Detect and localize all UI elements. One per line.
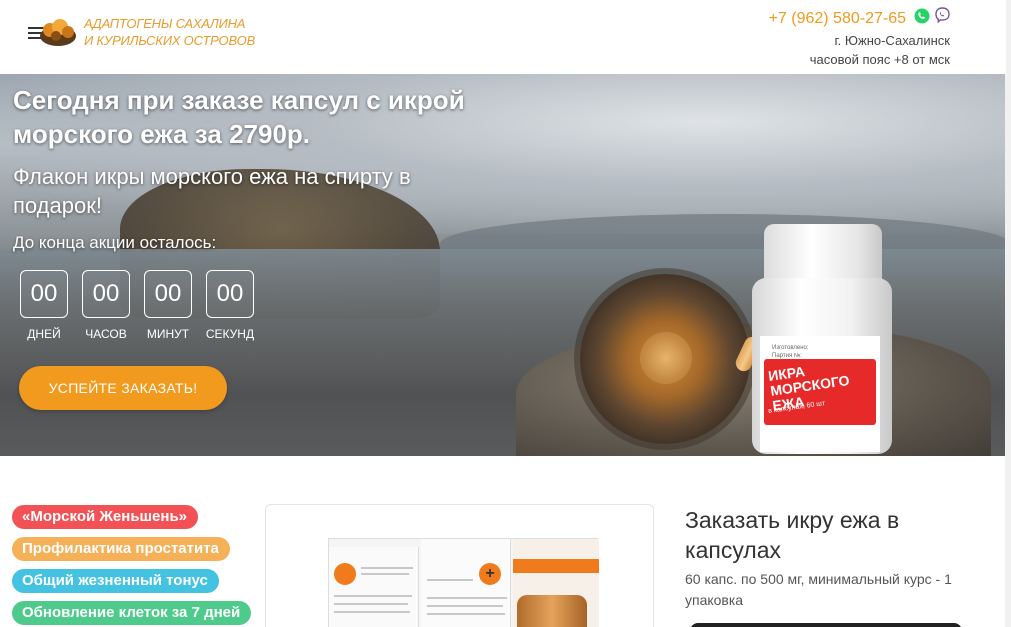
- brochure-text-line: [427, 597, 507, 599]
- timer-minutes-label: МИНУТ: [146, 327, 190, 341]
- timer-seconds-value: 00: [206, 270, 254, 318]
- jar-top-text: Изготовлено: Партия №:: [772, 344, 809, 360]
- timezone-text: часовой пояс +8 от мск: [809, 52, 950, 67]
- benefit-tag: «Морской Женьшень»: [12, 505, 199, 529]
- brochure-text-line: [361, 567, 413, 569]
- order-now-button[interactable]: УСПЕЙТЕ ЗАКАЗАТЬ!: [19, 366, 227, 410]
- jar-top-line: Изготовлено:: [772, 345, 809, 351]
- benefit-tag: Профилактика простатита: [12, 537, 230, 561]
- order-description: 60 капс. по 500 мг, минимальный курс - 1…: [685, 571, 952, 608]
- brochure-text-line: [427, 605, 503, 607]
- timer-hours-label: ЧАСОВ: [85, 327, 127, 341]
- timer-days-value: 00: [20, 270, 68, 318]
- brochure-jar: [517, 595, 587, 627]
- page-scrollbar[interactable]: [1005, 0, 1011, 627]
- timer-minutes-value: 00: [144, 270, 192, 318]
- brochure-band: [513, 559, 599, 573]
- plus-icon: +: [479, 563, 501, 585]
- benefit-tag: Общий жезненный тонус: [12, 569, 219, 593]
- timer-hours-value: 00: [82, 270, 130, 318]
- product-card[interactable]: +: [265, 504, 654, 627]
- sea-urchin-roe: [640, 332, 692, 384]
- order-button[interactable]: [690, 623, 962, 627]
- site-header: АДАПТОГЕНЫ САХАЛИНА И КУРИЛЬСКИХ ОСТРОВО…: [0, 0, 1006, 74]
- brochure-text-line: [427, 613, 505, 615]
- logo-text[interactable]: АДАПТОГЕНЫ САХАЛИНА И КУРИЛЬСКИХ ОСТРОВО…: [84, 15, 255, 49]
- viber-icon[interactable]: [934, 7, 951, 24]
- whatsapp-icon[interactable]: [914, 8, 930, 24]
- timer-days-label: ДНЕЙ: [27, 327, 61, 341]
- hero-title: Сегодня при заказе капсул с икрой морско…: [13, 85, 465, 149]
- phone-link[interactable]: +7 (962) 580-27-65: [769, 10, 906, 28]
- order-title: Заказать икру ежа в капсулах: [685, 507, 900, 563]
- logo-line-1: АДАПТОГЕНЫ САХАЛИНА: [84, 16, 246, 31]
- brochure-panel: [329, 547, 419, 627]
- brochure-text-line: [427, 579, 473, 581]
- brochure-text-line: [334, 611, 410, 613]
- logo-image[interactable]: [38, 14, 78, 48]
- brochure-text-line: [334, 603, 408, 605]
- city-text: г. Южно-Сахалинск: [834, 33, 950, 48]
- product-jar-image: Изготовлено: Партия №: ИКРА МОРСКОГО ЕЖА…: [752, 224, 892, 454]
- logo-line-2: И КУРИЛЬСКИХ ОСТРОВОВ: [84, 33, 256, 48]
- battery-icon: [334, 563, 356, 585]
- timer-seconds-label: СЕКУНД: [205, 327, 255, 341]
- benefit-tag: Обновление клеток за 7 дней: [12, 601, 252, 625]
- timer-caption: До конца акции осталось:: [13, 233, 217, 252]
- brochure-text-line: [334, 595, 412, 597]
- brochure-image: +: [328, 538, 599, 627]
- brochure-text-line: [361, 573, 409, 575]
- hero-subtitle: Флакон икры морского ежа на спирту в под…: [13, 164, 411, 218]
- jar-cap: [764, 224, 882, 282]
